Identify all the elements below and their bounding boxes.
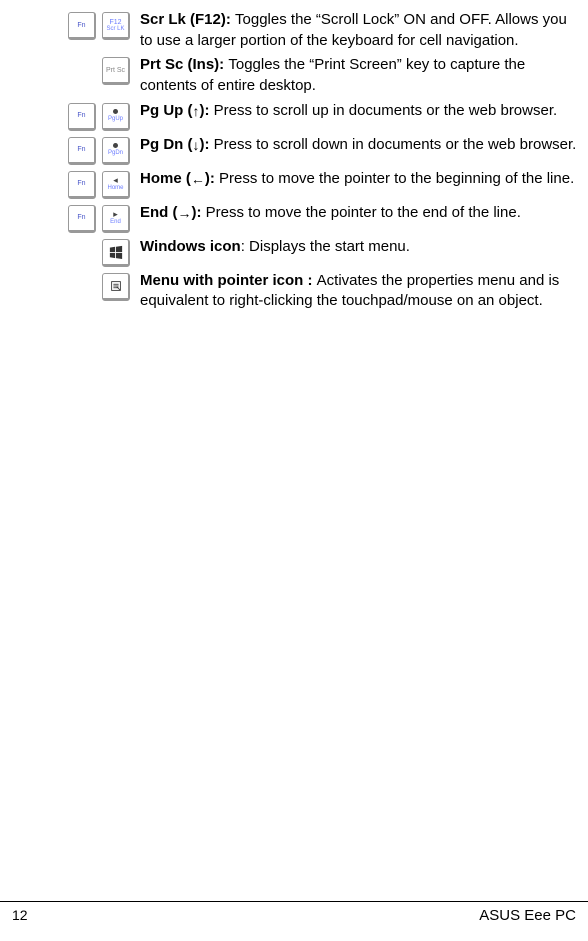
left-arrow-icon: ← — [191, 172, 205, 186]
end-key-icon: ▸ End — [102, 205, 130, 233]
fn-key-icon: Fn — [68, 205, 96, 233]
shortcut-text: Displays the start menu. — [249, 238, 410, 255]
menu-key-icon — [102, 273, 130, 301]
up-arrow-icon: ↑ — [193, 104, 200, 118]
pgup-key-icon: PgUp — [102, 103, 130, 131]
fn-key-icon: Fn — [68, 137, 96, 165]
page-number: 12 — [12, 906, 28, 925]
key-icons: Prt Sc — [0, 55, 140, 85]
shortcut-title: End (→): — [140, 204, 206, 221]
shortcut-text: Press to move the pointer to the end of … — [206, 204, 521, 221]
footer-brand: ASUS Eee PC — [479, 906, 576, 927]
shortcut-title: Home (←): — [140, 170, 219, 187]
shortcut-title: Menu with pointer icon : — [140, 272, 317, 289]
shortcut-desc: End (→): Press to move the pointer to th… — [140, 203, 588, 224]
key-icons — [0, 237, 140, 267]
fn-key-icon: Fn — [68, 12, 96, 40]
home-key-icon: ◂ Home — [102, 171, 130, 199]
shortcut-desc: Windows icon: Displays the start menu. — [140, 237, 588, 258]
shortcut-row: Fn ▸ End End (→): Press to move the poin… — [0, 203, 588, 233]
shortcut-desc: Prt Sc (Ins): Toggles the “Print Screen”… — [140, 55, 588, 96]
shortcut-row: Prt Sc Prt Sc (Ins): Toggles the “Print … — [0, 55, 588, 96]
key-icons: Fn ▸ End — [0, 203, 140, 233]
shortcut-row: Fn F12 Scr LK Scr Lk (F12): Toggles the … — [0, 10, 588, 51]
key-icons: Fn PgUp — [0, 101, 140, 131]
down-arrow-icon: ↓ — [193, 138, 200, 152]
shortcut-title: Prt Sc (Ins): — [140, 56, 228, 73]
fn-key-icon: Fn — [68, 171, 96, 199]
shortcut-row: Fn PgUp Pg Up (↑): Press to scroll up in… — [0, 101, 588, 131]
key-icons — [0, 271, 140, 301]
f12-key-icon: F12 Scr LK — [102, 12, 130, 40]
shortcut-row: Windows icon: Displays the start menu. — [0, 237, 588, 267]
fn-key-icon: Fn — [68, 103, 96, 131]
right-arrow-icon: → — [178, 206, 192, 220]
shortcut-title: Windows icon — [140, 238, 241, 255]
page-footer: 12 ASUS Eee PC — [0, 901, 588, 927]
windows-key-icon — [102, 239, 130, 267]
shortcut-row: Menu with pointer icon : Activates the p… — [0, 271, 588, 312]
shortcut-text: Press to scroll up in documents or the w… — [214, 102, 558, 119]
page-content: Fn F12 Scr LK Scr Lk (F12): Toggles the … — [0, 0, 588, 312]
shortcut-row: Fn PgDn Pg Dn (↓): Press to scroll down … — [0, 135, 588, 165]
shortcut-desc: Menu with pointer icon : Activates the p… — [140, 271, 588, 312]
shortcut-text: Press to move the pointer to the beginni… — [219, 170, 574, 187]
shortcut-row: Fn ◂ Home Home (←): Press to move the po… — [0, 169, 588, 199]
key-icons: Fn F12 Scr LK — [0, 10, 140, 40]
shortcut-desc: Home (←): Press to move the pointer to t… — [140, 169, 588, 190]
key-icons: Fn PgDn — [0, 135, 140, 165]
prtsc-key-icon: Prt Sc — [102, 57, 130, 85]
shortcut-title: Scr Lk (F12): — [140, 11, 235, 28]
shortcut-desc: Scr Lk (F12): Toggles the “Scroll Lock” … — [140, 10, 588, 51]
pgdn-key-icon: PgDn — [102, 137, 130, 165]
shortcut-desc: Pg Dn (↓): Press to scroll down in docum… — [140, 135, 588, 156]
shortcut-text: Press to scroll down in documents or the… — [214, 136, 577, 153]
shortcut-title: Pg Up (↑): — [140, 102, 214, 119]
key-icons: Fn ◂ Home — [0, 169, 140, 199]
shortcut-desc: Pg Up (↑): Press to scroll up in documen… — [140, 101, 588, 122]
shortcut-title: Pg Dn (↓): — [140, 136, 214, 153]
